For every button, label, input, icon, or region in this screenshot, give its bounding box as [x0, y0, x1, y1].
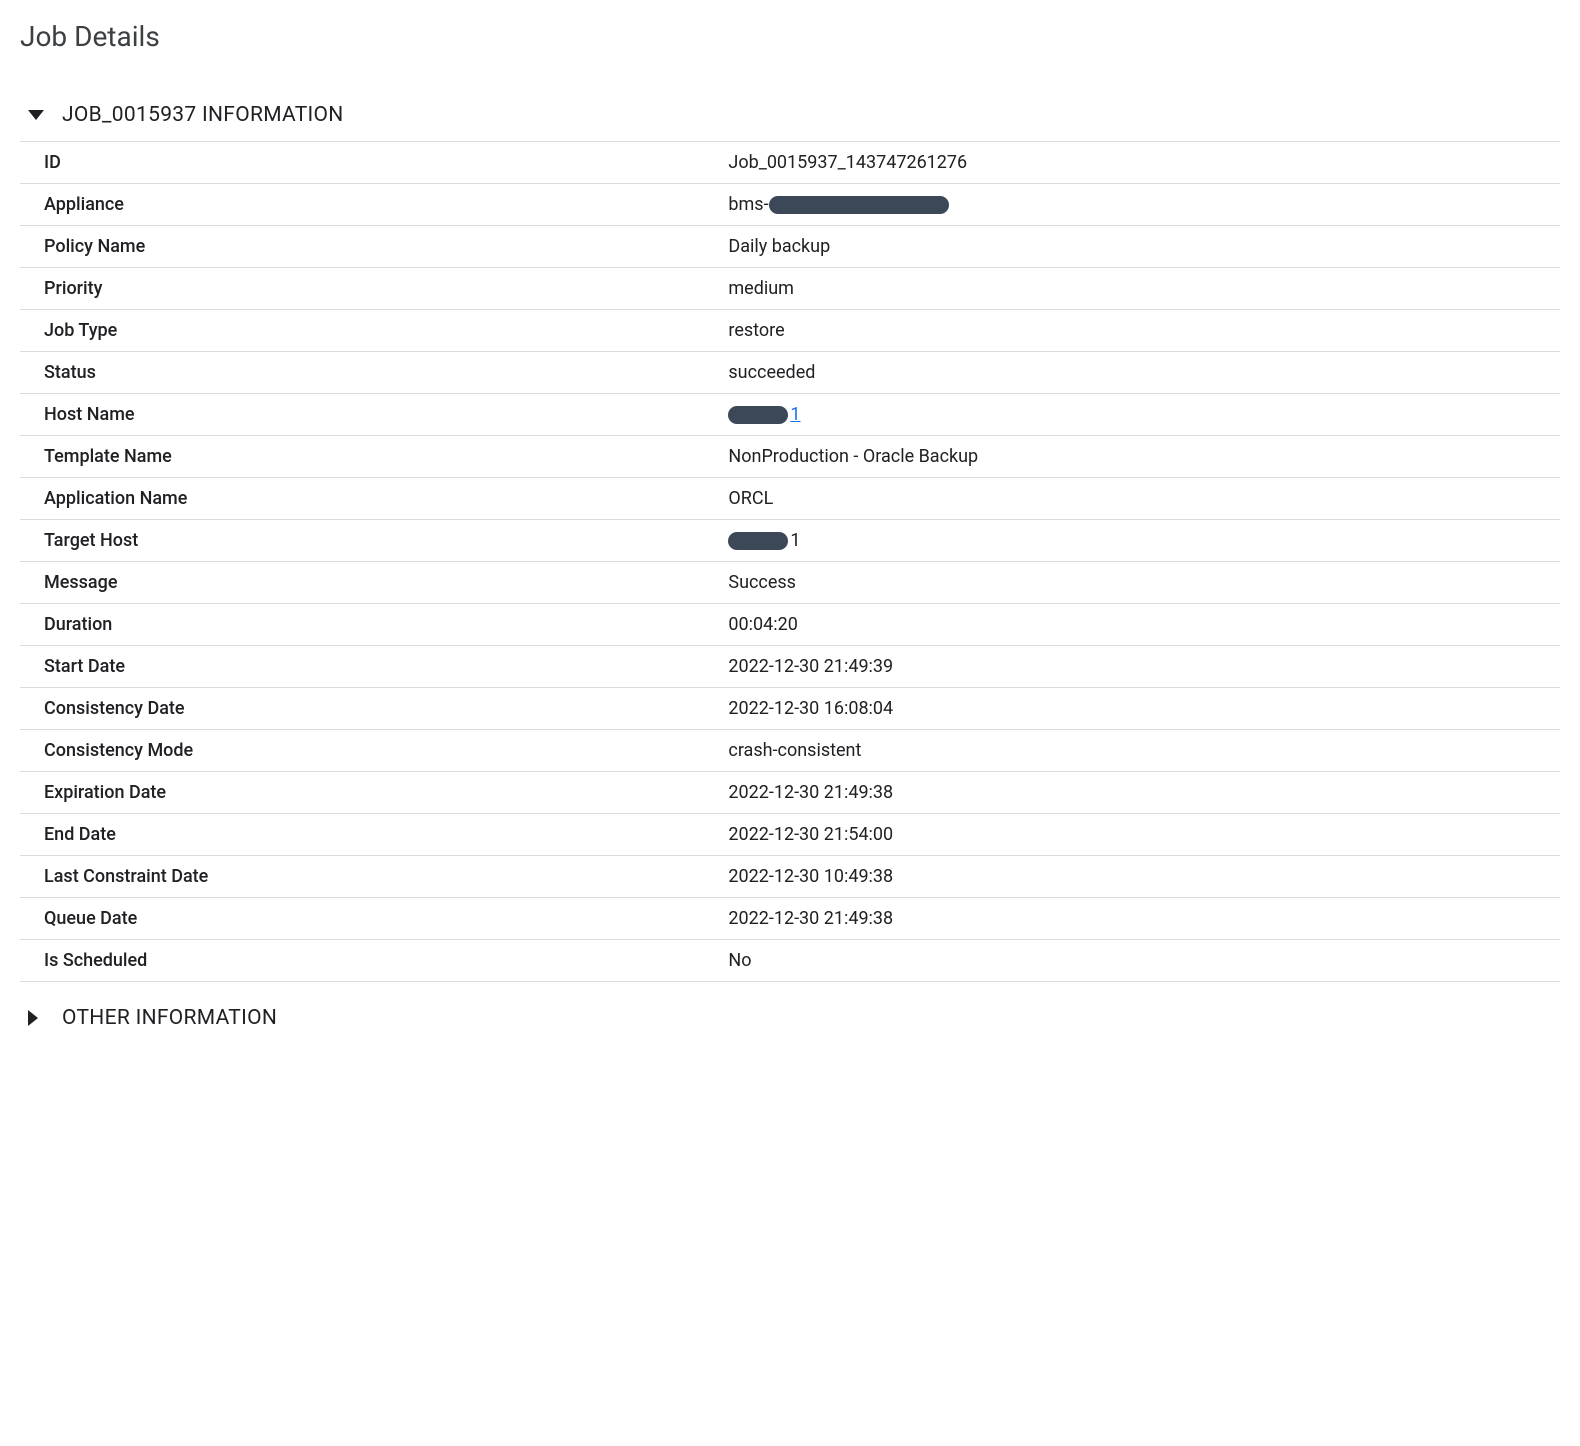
- other-information-title: OTHER INFORMATION: [62, 1006, 277, 1030]
- redaction-pill: [769, 196, 949, 214]
- label-target-host: Target Host: [20, 520, 728, 562]
- value-application-name: ORCL: [728, 478, 1560, 520]
- value-consistency-date: 2022-12-30 16:08:04: [728, 688, 1560, 730]
- other-information-header[interactable]: OTHER INFORMATION: [20, 996, 1560, 1044]
- value-target-host-suffix: 1: [790, 530, 800, 551]
- row-last-constraint-date: Last Constraint Date 2022-12-30 10:49:38: [20, 856, 1560, 898]
- value-priority: medium: [728, 268, 1560, 310]
- job-details-table: ID Job_0015937_143747261276 Appliance bm…: [20, 141, 1560, 982]
- job-information-section: JOB_0015937 INFORMATION ID Job_0015937_1…: [20, 93, 1560, 982]
- label-last-constraint-date: Last Constraint Date: [20, 856, 728, 898]
- value-status: succeeded: [728, 352, 1560, 394]
- row-consistency-mode: Consistency Mode crash-consistent: [20, 730, 1560, 772]
- value-job-type: restore: [728, 310, 1560, 352]
- label-consistency-mode: Consistency Mode: [20, 730, 728, 772]
- redaction-pill: [728, 532, 788, 550]
- value-template-name: NonProduction - Oracle Backup: [728, 436, 1560, 478]
- other-information-section: OTHER INFORMATION: [20, 996, 1560, 1044]
- label-duration: Duration: [20, 604, 728, 646]
- chevron-right-icon: [28, 1010, 38, 1026]
- row-application-name: Application Name ORCL: [20, 478, 1560, 520]
- label-policy-name: Policy Name: [20, 226, 728, 268]
- row-job-type: Job Type restore: [20, 310, 1560, 352]
- label-is-scheduled: Is Scheduled: [20, 940, 728, 982]
- label-status: Status: [20, 352, 728, 394]
- value-policy-name: Daily backup: [728, 226, 1560, 268]
- label-consistency-date: Consistency Date: [20, 688, 728, 730]
- value-queue-date: 2022-12-30 21:49:38: [728, 898, 1560, 940]
- row-is-scheduled: Is Scheduled No: [20, 940, 1560, 982]
- label-application-name: Application Name: [20, 478, 728, 520]
- row-host-name: Host Name 1: [20, 394, 1560, 436]
- row-policy-name: Policy Name Daily backup: [20, 226, 1560, 268]
- job-information-header[interactable]: JOB_0015937 INFORMATION: [20, 93, 1560, 141]
- label-expiration-date: Expiration Date: [20, 772, 728, 814]
- row-start-date: Start Date 2022-12-30 21:49:39: [20, 646, 1560, 688]
- value-end-date: 2022-12-30 21:54:00: [728, 814, 1560, 856]
- page-title: Job Details: [20, 20, 1560, 53]
- row-duration: Duration 00:04:20: [20, 604, 1560, 646]
- value-start-date: 2022-12-30 21:49:39: [728, 646, 1560, 688]
- label-queue-date: Queue Date: [20, 898, 728, 940]
- value-appliance: bms-: [728, 184, 1560, 226]
- value-is-scheduled: No: [728, 940, 1560, 982]
- row-id: ID Job_0015937_143747261276: [20, 142, 1560, 184]
- value-id: Job_0015937_143747261276: [728, 142, 1560, 184]
- label-job-type: Job Type: [20, 310, 728, 352]
- value-host-name-suffix: 1: [790, 404, 800, 425]
- value-last-constraint-date: 2022-12-30 10:49:38: [728, 856, 1560, 898]
- label-appliance: Appliance: [20, 184, 728, 226]
- value-consistency-mode: crash-consistent: [728, 730, 1560, 772]
- label-id: ID: [20, 142, 728, 184]
- row-queue-date: Queue Date 2022-12-30 21:49:38: [20, 898, 1560, 940]
- host-name-link[interactable]: 1: [728, 404, 1560, 425]
- row-end-date: End Date 2022-12-30 21:54:00: [20, 814, 1560, 856]
- row-target-host: Target Host 1: [20, 520, 1560, 562]
- label-template-name: Template Name: [20, 436, 728, 478]
- value-message: Success: [728, 562, 1560, 604]
- value-host-name: 1: [728, 394, 1560, 436]
- label-message: Message: [20, 562, 728, 604]
- value-target-host: 1: [728, 520, 1560, 562]
- row-message: Message Success: [20, 562, 1560, 604]
- value-expiration-date: 2022-12-30 21:49:38: [728, 772, 1560, 814]
- job-information-title: JOB_0015937 INFORMATION: [62, 103, 344, 127]
- label-start-date: Start Date: [20, 646, 728, 688]
- row-expiration-date: Expiration Date 2022-12-30 21:49:38: [20, 772, 1560, 814]
- value-appliance-prefix: bms-: [728, 194, 768, 215]
- label-priority: Priority: [20, 268, 728, 310]
- row-template-name: Template Name NonProduction - Oracle Bac…: [20, 436, 1560, 478]
- row-priority: Priority medium: [20, 268, 1560, 310]
- label-host-name: Host Name: [20, 394, 728, 436]
- redaction-pill: [728, 406, 788, 424]
- chevron-down-icon: [28, 110, 44, 120]
- row-status: Status succeeded: [20, 352, 1560, 394]
- row-appliance: Appliance bms-: [20, 184, 1560, 226]
- row-consistency-date: Consistency Date 2022-12-30 16:08:04: [20, 688, 1560, 730]
- value-duration: 00:04:20: [728, 604, 1560, 646]
- label-end-date: End Date: [20, 814, 728, 856]
